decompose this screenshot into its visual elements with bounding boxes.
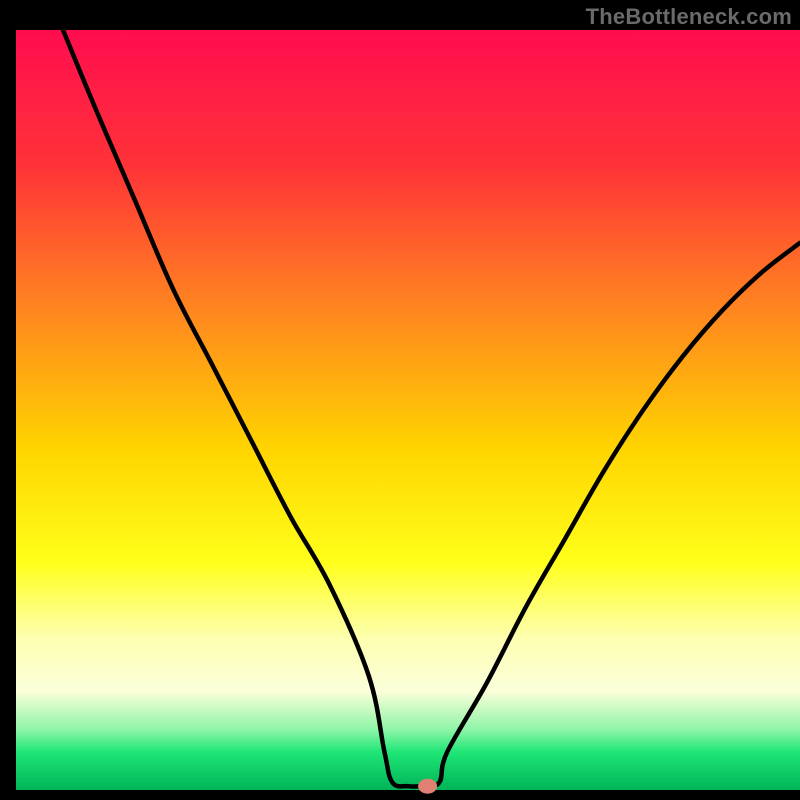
chart-stage: TheBottleneck.com xyxy=(0,0,800,800)
plot-background xyxy=(16,30,800,790)
watermark-text: TheBottleneck.com xyxy=(586,4,792,30)
bottleneck-chart xyxy=(0,0,800,800)
optimum-marker xyxy=(419,779,437,793)
